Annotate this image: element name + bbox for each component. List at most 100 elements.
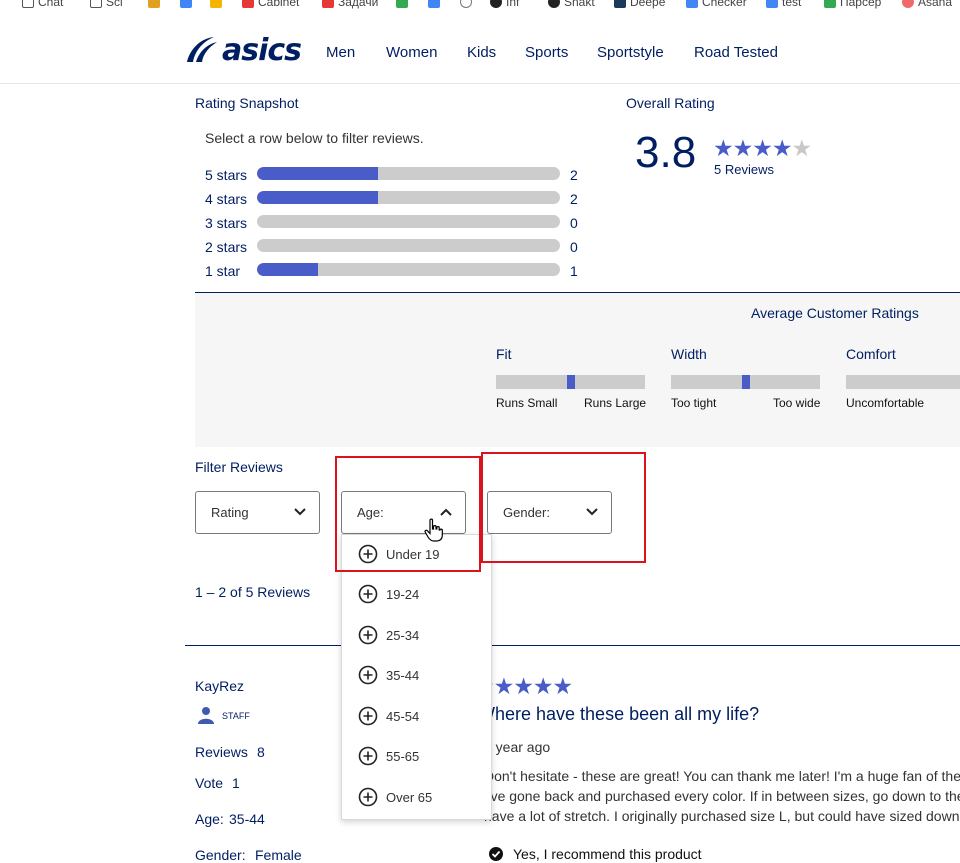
bookmark-label: Checker	[702, 0, 747, 9]
app-icon	[460, 0, 472, 8]
nav-sports[interactable]: Sports	[525, 44, 568, 61]
reviewer-gender-label: Gender:	[195, 847, 246, 863]
review-date: 1 year ago	[484, 739, 551, 755]
age-option-label: 55-65	[386, 748, 420, 764]
bookmark-app[interactable]	[396, 0, 408, 9]
app-icon	[548, 0, 560, 8]
overall-rating-title: Overall Rating	[626, 95, 715, 111]
overall-stars: ★★★★★	[713, 135, 812, 161]
nav-kids[interactable]: Kids	[467, 44, 496, 61]
bookmark-label: Sci	[106, 0, 123, 9]
rating-row-4[interactable]: 4 stars 2	[200, 186, 590, 210]
bookmark-inf[interactable]: Inf	[490, 0, 519, 9]
recommend-text: Yes, I recommend this product	[513, 846, 702, 862]
rating-bar	[257, 263, 560, 276]
plus-circle-icon	[358, 584, 378, 604]
rating-bar	[257, 191, 560, 204]
fit-label: Fit	[496, 346, 512, 362]
rating-row-1[interactable]: 1 star 1	[200, 258, 590, 282]
plus-circle-icon	[358, 746, 378, 766]
reviews-count-link[interactable]: 5 Reviews	[714, 162, 774, 177]
plus-circle-icon	[358, 625, 378, 645]
bookmark-label: Задачи	[338, 0, 379, 9]
age-option-45-54[interactable]: 45-54	[358, 705, 419, 727]
comfort-low: Uncomfortable	[846, 396, 925, 410]
star-filled-icon: ★	[513, 673, 534, 699]
fit-high: Runs Large	[584, 396, 647, 410]
rating-row-label: 1 star	[205, 263, 241, 279]
rating-snapshot-title: Rating Snapshot	[195, 95, 299, 111]
bookmark-sci[interactable]: Sci	[90, 0, 123, 9]
bookmarks-bar: Chat Sci Cabinet Задачи Inf Snakt Deepe …	[0, 0, 960, 14]
bookmark-app[interactable]	[180, 0, 192, 9]
bookmark-label: test	[782, 0, 802, 9]
review-body-line: I've gone back and purchased every color…	[484, 788, 960, 804]
highlight-box-age	[335, 456, 481, 572]
rating-row-label: 2 stars	[205, 239, 248, 255]
bookmark-app[interactable]	[210, 0, 222, 9]
review-author: KayRez	[195, 678, 245, 694]
app-icon	[490, 0, 502, 8]
asics-stripes-icon	[187, 37, 217, 62]
nav-road-tested[interactable]: Road Tested	[694, 44, 778, 61]
rating-row-2[interactable]: 2 stars 0	[200, 234, 590, 258]
nav-women[interactable]: Women	[386, 44, 437, 61]
age-option-label: 25-34	[386, 627, 420, 643]
age-option-25-34[interactable]: 25-34	[358, 624, 419, 646]
rating-row-5[interactable]: 5 stars 2	[200, 162, 590, 186]
rating-filter-select[interactable]: Rating	[195, 491, 320, 534]
age-option-19-24[interactable]: 19-24	[358, 583, 419, 605]
width-low: Too tight	[671, 396, 717, 410]
rating-row-count: 0	[570, 215, 578, 231]
bookmark-snakt[interactable]: Snakt	[548, 0, 595, 9]
fit-marker	[567, 375, 575, 389]
reviewer-age-value: 35-44	[229, 811, 265, 827]
bookmark-parser[interactable]: Парсер	[824, 0, 881, 9]
reviewer-vote-label: Vote	[195, 775, 224, 791]
asics-logo[interactable]: asics	[184, 32, 302, 68]
rating-bar-fill	[257, 263, 318, 276]
nav-men[interactable]: Men	[326, 44, 355, 61]
review-body-line: have a lot of stretch. I originally purc…	[484, 808, 960, 824]
star-filled-icon: ★	[713, 135, 734, 161]
average-ratings-panel: Average Customer Ratings Fit Runs Small …	[195, 292, 960, 447]
nav-sportstyle[interactable]: Sportstyle	[597, 44, 664, 61]
rating-row-count: 2	[570, 191, 578, 207]
bookmark-checker[interactable]: Checker	[686, 0, 747, 9]
age-option-label: Over 65	[386, 789, 433, 805]
logo-wordmark: asics	[222, 32, 302, 68]
rating-row-3[interactable]: 3 stars 0	[200, 210, 590, 234]
reviewer-reviews-count: 8	[257, 744, 265, 760]
app-icon	[428, 0, 440, 8]
age-option-label: 45-54	[386, 708, 420, 724]
star-filled-icon: ★	[752, 135, 773, 161]
age-option-35-44[interactable]: 35-44	[358, 664, 419, 686]
app-icon	[180, 0, 192, 8]
bookmark-app[interactable]	[428, 0, 440, 9]
bookmark-label: Парсер	[840, 0, 882, 9]
site-header: asics Men Women Kids Sports Sportstyle R…	[0, 14, 960, 84]
asana-icon	[902, 0, 914, 8]
age-option-55-65[interactable]: 55-65	[358, 745, 419, 767]
bookmark-tasks[interactable]: Задачи	[322, 0, 378, 9]
fit-low: Runs Small	[496, 396, 558, 410]
bookmark-app[interactable]	[460, 0, 472, 9]
star-filled-icon: ★	[771, 135, 793, 161]
bookmark-chat[interactable]: Chat	[22, 0, 63, 9]
bookmark-test[interactable]: test	[766, 0, 801, 9]
bookmark-label: Deepe	[630, 0, 666, 9]
filter-reviews-title: Filter Reviews	[195, 459, 283, 475]
snapshot-hint: Select a row below to filter reviews.	[205, 130, 424, 146]
rating-row-label: 5 stars	[205, 167, 248, 183]
app-icon	[322, 0, 334, 8]
bookmark-app[interactable]	[148, 0, 160, 9]
bookmark-label: Chat	[38, 0, 64, 9]
highlight-box-gender	[481, 452, 646, 563]
age-option-over-65[interactable]: Over 65	[358, 786, 432, 808]
bookmark-cabinet[interactable]: Cabinet	[242, 0, 299, 9]
bookmark-deepe[interactable]: Deepe	[614, 0, 665, 9]
bookmark-asana[interactable]: Asana	[902, 0, 952, 9]
results-summary: 1 – 2 of 5 Reviews	[195, 584, 311, 600]
bookmark-label: Inf	[506, 0, 520, 9]
rating-bar	[257, 167, 560, 180]
